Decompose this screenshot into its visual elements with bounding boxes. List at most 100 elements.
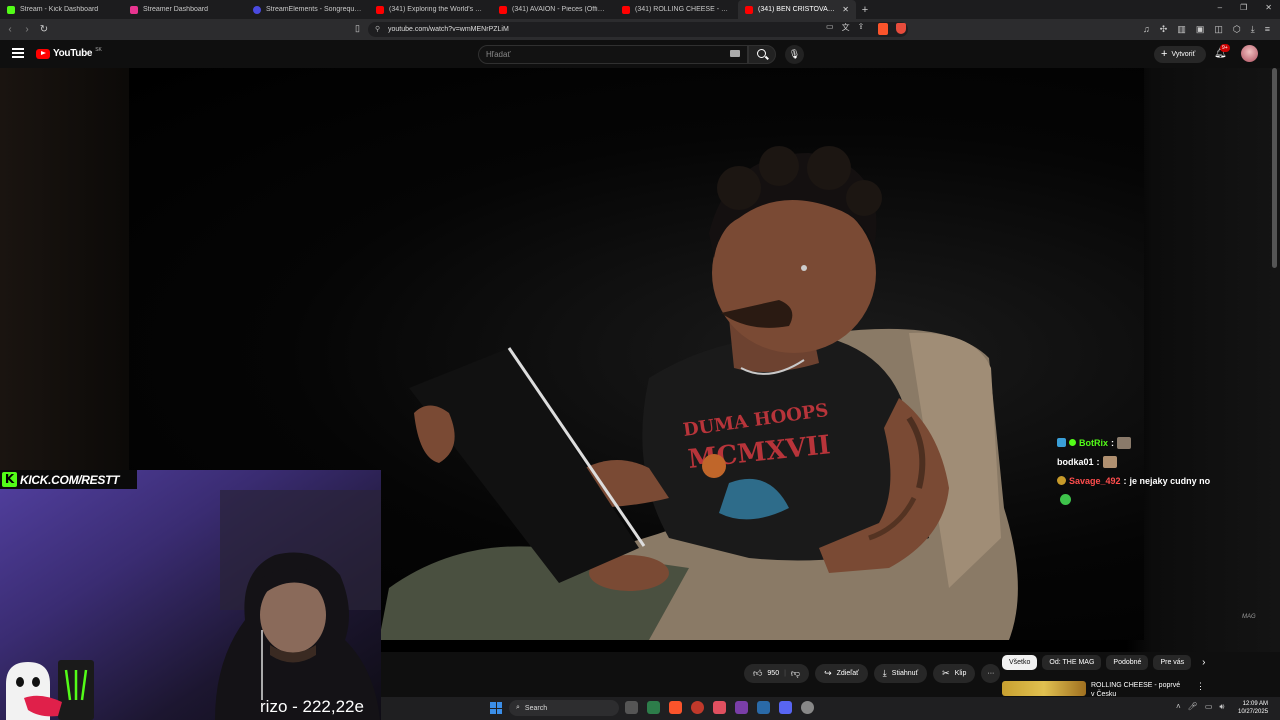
youtube-favicon-icon — [622, 5, 630, 14]
plus-icon: + — [1161, 48, 1168, 60]
chip-for-you[interactable]: Pre vás — [1153, 655, 1192, 670]
mic-icon: 🎙 — [788, 49, 801, 59]
vpn-icon[interactable]: ⬡ — [1233, 24, 1241, 35]
forward-icon[interactable]: › — [20, 24, 34, 35]
thumbs-up-icon: 👍︎ — [753, 668, 763, 678]
minimize-icon[interactable]: – — [1218, 3, 1222, 12]
streamelements-favicon-icon — [253, 5, 261, 14]
reload-icon[interactable]: ↻ — [37, 24, 51, 35]
chip-all[interactable]: Všetko — [1002, 655, 1038, 670]
more-icon[interactable]: ⋮ — [1196, 681, 1205, 692]
menu-icon[interactable]: ≡ — [1265, 24, 1270, 35]
url-actions: ▭ 文 ⇪ — [826, 22, 864, 33]
kick-channel-badge: K KICK.COM/RESTT — [0, 470, 137, 489]
chat-message: bodka01 : — [1057, 452, 1257, 471]
chip-similar[interactable]: Podobné — [1106, 655, 1149, 670]
streamer-favicon-icon — [130, 5, 138, 14]
browser-tab[interactable]: Streamer Dashboard — [123, 0, 246, 19]
download-button[interactable]: ⤓ Stiahnuť — [873, 664, 928, 683]
site-info-icon[interactable]: ⚲ — [375, 25, 380, 33]
avatar[interactable] — [1241, 45, 1258, 62]
share-button[interactable]: ↪ Zdieľať — [815, 664, 868, 683]
youtube-favicon-icon — [376, 5, 384, 14]
channel-watermark: MAG — [1242, 614, 1256, 620]
emote-icon — [1060, 494, 1071, 505]
youtube-play-icon — [36, 48, 50, 59]
wallet-icon[interactable]: ◫ — [1214, 24, 1223, 35]
volume-icon[interactable]: 🔊︎ — [1219, 702, 1224, 712]
windows-taskbar: ⌕ Search ˄ 🎤︎ ▭ 🔊︎ 12:09 AM 10/27/2025 — [381, 697, 1280, 720]
app-icon[interactable] — [691, 701, 704, 714]
download-icon[interactable]: ⤓ — [1251, 24, 1255, 35]
video-thumbnail[interactable] — [1002, 681, 1086, 696]
microphone-icon[interactable]: 🎤︎ — [1188, 702, 1198, 712]
close-window-icon[interactable]: ✕ — [1265, 3, 1272, 12]
kick-favicon-icon — [7, 5, 15, 14]
clip-button[interactable]: ✂ Klip — [933, 664, 976, 683]
thumbs-down-icon[interactable]: 👎︎ — [791, 668, 800, 679]
window-controls: – ❐ ✕ — [1218, 3, 1272, 12]
browser-tab[interactable]: (341) Exploring the World's Largest S — [369, 0, 492, 19]
taskbar-apps — [625, 701, 814, 714]
brave-rewards-icon[interactable] — [896, 23, 906, 34]
search-button[interactable] — [748, 45, 776, 64]
translate-icon[interactable]: 文 — [842, 22, 850, 33]
network-icon[interactable]: ▭ — [1205, 702, 1213, 712]
search-icon: ⌕ — [516, 704, 520, 711]
search-icon — [757, 49, 766, 58]
chat-message: BotRix : — [1057, 433, 1257, 452]
emote-icon — [1102, 455, 1117, 468]
donation-caption: rizo - 222,22e — [260, 697, 364, 716]
youtube-favicon-icon — [745, 5, 753, 14]
cast-icon[interactable]: ▭ — [826, 22, 834, 33]
settings-gear-icon[interactable] — [801, 701, 814, 714]
youtube-favicon-icon — [499, 5, 507, 14]
taskbar-clock[interactable]: 12:09 AM 10/27/2025 — [1238, 700, 1268, 716]
screen: Stream - Kick Dashboard Streamer Dashboa… — [0, 0, 1280, 720]
app-icon[interactable] — [713, 701, 726, 714]
discord-icon[interactable] — [779, 701, 792, 714]
browser-tab-strip: Stream - Kick Dashboard Streamer Dashboa… — [0, 0, 1280, 19]
notifications-button[interactable]: 🔔︎ 9+ — [1214, 44, 1230, 59]
more-icon: ··· — [987, 670, 995, 677]
obs-icon[interactable] — [735, 701, 748, 714]
keyboard-icon[interactable] — [730, 50, 740, 57]
browser-tab[interactable]: StreamElements - Songrequest — [246, 0, 369, 19]
page-scrollbar[interactable] — [1272, 68, 1277, 268]
voice-search-button[interactable]: 🎙 — [785, 45, 804, 64]
restore-icon[interactable]: ❐ — [1240, 3, 1247, 12]
share-page-icon[interactable]: ⇪ — [858, 22, 865, 33]
brave-browser-icon[interactable] — [669, 701, 682, 714]
youtube-header: YouTube SK Hľadať 🎙 + Vytvoriť 🔔︎ 9+ — [0, 40, 1280, 68]
close-tab-icon[interactable]: ✕ — [842, 5, 849, 14]
back-icon[interactable]: ‹ — [3, 24, 17, 35]
chip-channel[interactable]: Od: THE MAG — [1042, 655, 1102, 670]
browser-tab[interactable]: Stream - Kick Dashboard — [0, 0, 123, 19]
browser-tab[interactable]: (341) ROLLING CHEESE - poprvé v Če — [615, 0, 738, 19]
create-button[interactable]: + Vytvoriť — [1154, 46, 1206, 63]
chevron-up-icon[interactable]: ˄ — [1176, 702, 1181, 712]
sidebar-icon[interactable]: ▥ — [1177, 24, 1186, 35]
tab-search-icon[interactable]: ▣ — [1196, 24, 1205, 35]
task-view-icon[interactable] — [625, 701, 638, 714]
browser-tab-active[interactable]: (341) BEN CRISTOVAO vs. AD✕ — [738, 0, 856, 19]
more-actions-button[interactable]: ··· — [981, 664, 1001, 683]
taskbar-search[interactable]: ⌕ Search — [509, 700, 619, 716]
hamburger-menu-icon[interactable] — [12, 48, 24, 58]
new-tab-button[interactable]: + — [856, 4, 874, 16]
extensions-icon[interactable]: ✣ — [1160, 24, 1168, 35]
bookmark-icon[interactable]: ▯ — [355, 23, 360, 34]
address-toolbar: ‹ › ↻ ▯ ⚲ youtube.com/watch?v=wmMENrPZLi… — [0, 19, 1280, 40]
xbox-icon[interactable] — [647, 701, 660, 714]
brave-shields-icon[interactable] — [878, 23, 888, 35]
browser-tab[interactable]: (341) AVAION - Pieces (Official Video — [492, 0, 615, 19]
windows-start-icon[interactable] — [490, 702, 502, 714]
music-icon[interactable]: ♫ — [1143, 24, 1150, 35]
steam-icon[interactable] — [757, 701, 770, 714]
youtube-logo[interactable]: YouTube SK — [36, 47, 102, 59]
sub-badge-icon — [1057, 476, 1066, 485]
like-button[interactable]: 👍︎ 950 | 👎︎ — [744, 664, 810, 683]
chevron-right-icon[interactable]: › — [1202, 657, 1205, 668]
search-input[interactable]: Hľadať — [478, 45, 748, 64]
related-filter-chips: Všetko Od: THE MAG Podobné Pre vás › — [1002, 655, 1206, 670]
